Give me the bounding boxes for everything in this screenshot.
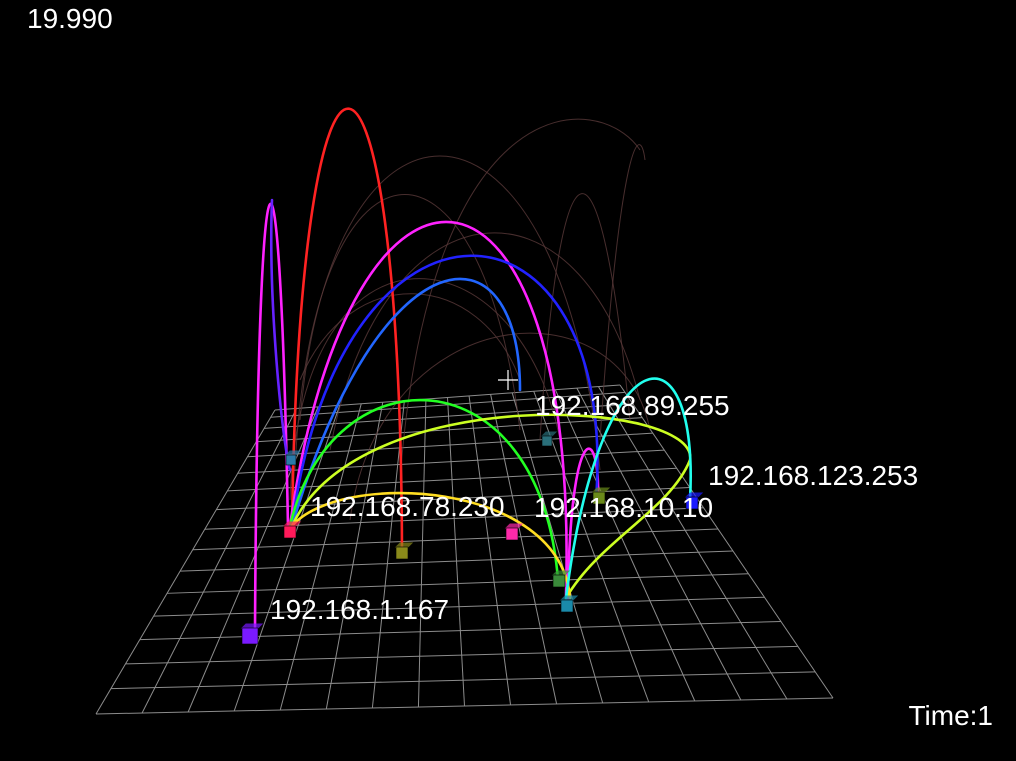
faded-arc <box>299 293 521 381</box>
fps-counter: 19.990 <box>27 3 113 34</box>
host-label-192-168-89-255: 192.168.89.255 <box>535 390 730 421</box>
grid-line <box>576 387 742 701</box>
grid-line <box>141 408 298 714</box>
host-node-cube[interactable] <box>284 450 302 466</box>
faded-arc <box>399 118 641 481</box>
grid-line <box>95 409 276 715</box>
time-readout: Time:1 <box>908 700 993 731</box>
grid-line <box>325 402 384 710</box>
grid-line <box>279 403 362 711</box>
grid-line <box>417 399 427 708</box>
connection-arc <box>288 220 568 598</box>
host-label-192-168-78-230: 192.168.78.230 <box>310 491 505 522</box>
host-node-cube[interactable] <box>282 521 302 539</box>
host-labels: 192.168.89.255 192.168.123.253 192.168.7… <box>270 390 918 625</box>
connection-arc <box>290 107 404 554</box>
grid-line <box>511 392 604 704</box>
host-node-cube[interactable] <box>240 623 264 645</box>
network-3d-view[interactable]: 192.168.89.255 192.168.123.253 192.168.7… <box>0 0 1016 761</box>
connection-arc <box>269 198 292 472</box>
scene-canvas[interactable]: 192.168.89.255 192.168.123.253 192.168.7… <box>0 0 1016 761</box>
grid-line <box>619 384 834 699</box>
host-node-cube[interactable] <box>559 595 579 613</box>
crosshair-cursor-icon <box>498 370 518 390</box>
floor-grid <box>95 384 834 715</box>
host-label-192-168-123-253: 192.168.123.253 <box>708 460 918 491</box>
host-label-192-168-1-167: 192.168.1.167 <box>270 594 449 625</box>
grid-line <box>598 386 788 700</box>
host-node-cube[interactable] <box>394 542 414 560</box>
host-label-192-168-10-10: 192.168.10.10 <box>534 492 713 523</box>
grid-line <box>447 397 465 707</box>
